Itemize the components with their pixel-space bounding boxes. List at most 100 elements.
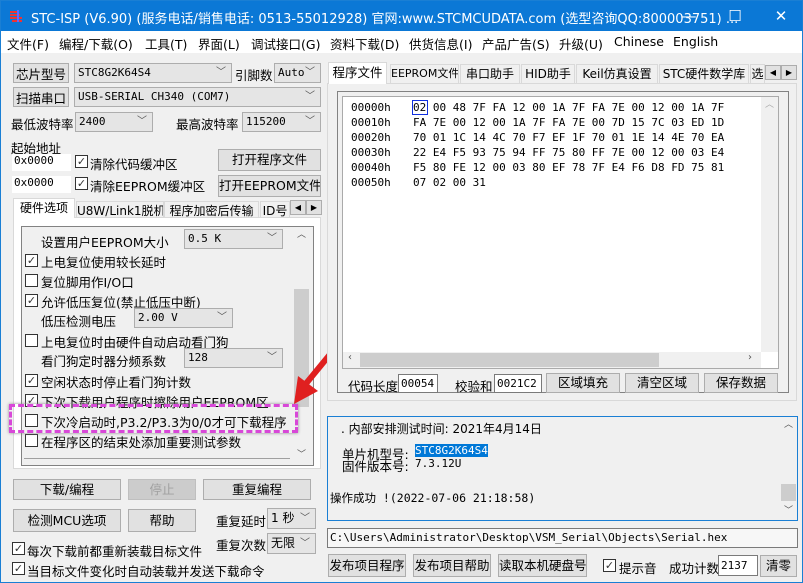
read-disk-id-button[interactable]: 读取本机硬盘号 xyxy=(498,554,587,577)
repeat-delay-select[interactable]: 1 秒 ﹀ xyxy=(267,508,316,529)
hex-vscrollbar[interactable]: ︿ xyxy=(761,97,778,352)
hex-bytes[interactable]: 02 00 48 7F FA 12 00 1A 7F FA 7E 00 12 0… xyxy=(413,101,724,114)
menu-chinese[interactable]: Chinese xyxy=(614,34,664,49)
tab-scroll-left-icon[interactable]: ◀ xyxy=(290,200,306,215)
option-checkbox[interactable]: ✓ xyxy=(25,254,38,267)
option-checkbox[interactable] xyxy=(25,274,38,287)
reset-count-button[interactable]: 清零 xyxy=(760,555,797,577)
code-address-input[interactable]: 0x0000 xyxy=(12,154,71,171)
download-program-button[interactable]: 下载/编程 xyxy=(13,479,121,500)
menu-ads[interactable]: 产品广告(S) xyxy=(482,34,550,53)
tab-encryption[interactable]: 程序加密后传输 xyxy=(164,201,259,218)
hex-bytes[interactable]: 07 02 00 31 xyxy=(413,176,486,189)
file-path-field[interactable]: C:\Users\Administrator\Desktop\VSM_Seria… xyxy=(327,528,798,548)
menu-program[interactable]: 编程/下载(O) xyxy=(59,34,133,53)
tab-scroll-right-icon[interactable]: ▶ xyxy=(306,200,322,215)
scroll-left-icon[interactable]: ‹ xyxy=(348,352,352,363)
tab-hardware-options[interactable]: 硬件选项 xyxy=(13,198,75,218)
chevron-down-icon: ﹀ xyxy=(217,312,227,323)
divider xyxy=(24,458,290,459)
scroll-up-icon[interactable]: ︿ xyxy=(780,417,797,430)
scroll-down-icon[interactable]: ﹀ xyxy=(293,447,310,464)
tab-u8w[interactable]: U8W/Link1脱机 xyxy=(76,201,164,218)
option-select[interactable]: 0.5 K ﹀ xyxy=(184,229,283,249)
tab-more[interactable]: 选 xyxy=(750,64,765,83)
open-program-file-button[interactable]: 打开程序文件 xyxy=(218,149,321,171)
menu-view[interactable]: 界面(L) xyxy=(198,34,240,53)
hex-bytes[interactable]: 22 E4 F5 93 75 94 FF 75 80 FF 7E 00 12 0… xyxy=(413,146,724,159)
stop-button[interactable]: 停止 xyxy=(128,479,196,500)
hex-hscrollbar[interactable]: ‹ › xyxy=(343,352,761,368)
eeprom-address-input[interactable]: 0x0000 xyxy=(12,176,71,193)
detect-mcu-options-button[interactable]: 检测MCU选项 xyxy=(13,509,121,532)
tab-math-library[interactable]: STC硬件数学库 xyxy=(659,64,749,83)
hex-address: 00020h xyxy=(351,131,391,144)
option-checkbox[interactable] xyxy=(25,334,38,347)
port-select[interactable]: USB-SERIAL CH340 (COM7) ﹀ xyxy=(74,87,321,107)
save-data-button[interactable]: 保存数据 xyxy=(704,373,778,393)
menu-upgrade[interactable]: 升级(U) xyxy=(559,34,603,53)
close-button[interactable]: ✕ xyxy=(758,1,803,31)
menu-debug[interactable]: 调试接口(G) xyxy=(251,34,320,53)
repeat-count-select[interactable]: 无限 ﹀ xyxy=(267,533,316,554)
tab-program-file[interactable]: 程序文件 xyxy=(328,62,387,84)
repeat-program-button[interactable]: 重复编程 xyxy=(203,479,311,500)
clear-eeprom-checkbox[interactable]: ✓ xyxy=(75,177,88,190)
chip-type-button[interactable]: 芯片型号 xyxy=(13,63,69,83)
clear-area-button[interactable]: 清空区域 xyxy=(625,373,699,393)
scan-port-button[interactable]: 扫描串口 xyxy=(13,87,69,107)
menu-english[interactable]: English xyxy=(673,34,718,49)
hex-address: 00010h xyxy=(351,116,391,129)
option-checkbox[interactable]: ✓ xyxy=(25,294,38,307)
scrollbar-thumb[interactable] xyxy=(360,353,659,367)
log-output[interactable]: . 内部安排测试时间: 2021年4月14日 单片机型号: STC8G2K64S… xyxy=(327,416,798,521)
repeat-delay-label: 重复延时 xyxy=(216,514,267,529)
menu-docs[interactable]: 资料下载(D) xyxy=(330,34,399,53)
scroll-up-icon[interactable]: ︿ xyxy=(293,227,310,244)
publish-help-button[interactable]: 发布项目帮助 xyxy=(413,554,491,577)
help-button[interactable]: 帮助 xyxy=(128,509,196,532)
option-select[interactable]: 2.00 V ﹀ xyxy=(134,308,233,328)
publish-program-button[interactable]: 发布项目程序 xyxy=(328,554,406,577)
hex-address: 00050h xyxy=(351,176,391,189)
tab-id[interactable]: ID号 xyxy=(260,201,290,218)
open-eeprom-file-button[interactable]: 打开EEPROM文件 xyxy=(218,175,321,197)
scroll-down-icon[interactable]: ﹀ xyxy=(780,503,797,516)
maximize-button[interactable]: ☐ xyxy=(712,1,758,31)
option-label: 低压检测电压 xyxy=(41,314,117,329)
pin-value: Auto xyxy=(278,66,305,79)
reload-checkbox[interactable]: ✓ xyxy=(12,542,25,555)
tab-scroll-left-icon[interactable]: ◀ xyxy=(765,65,781,80)
minimize-button[interactable]: — xyxy=(666,1,712,31)
hex-editor[interactable]: 00000h 02 00 48 7F FA 12 00 1A 7F FA 7E 0… xyxy=(342,96,779,369)
option-select[interactable]: 128 ﹀ xyxy=(184,348,283,368)
option-checkbox[interactable]: ✓ xyxy=(25,374,38,387)
chevron-down-icon: ﹀ xyxy=(267,352,277,363)
option-checkbox[interactable] xyxy=(25,434,38,447)
menu-file[interactable]: 文件(F) xyxy=(7,34,49,53)
auto-send-checkbox[interactable]: ✓ xyxy=(12,562,25,575)
tab-serial-assistant[interactable]: 串口助手 xyxy=(460,64,520,83)
log-scrollbar[interactable]: ︿ ﹀ xyxy=(780,417,797,520)
hex-bytes[interactable]: 70 01 1C 14 4C 70 F7 EF 1F 70 01 1E 14 4… xyxy=(413,131,724,144)
tab-keil-settings[interactable]: Keil仿真设置 xyxy=(576,64,658,83)
hex-bytes[interactable]: F5 80 FE 12 00 03 80 EF 78 7F E4 F6 D8 F… xyxy=(413,161,724,174)
fill-area-button[interactable]: 区域填充 xyxy=(546,373,620,393)
min-baud-select[interactable]: 2400 ﹀ xyxy=(75,112,153,132)
scrollbar-thumb[interactable] xyxy=(781,484,796,501)
chip-select[interactable]: STC8G2K64S4 ﹀ xyxy=(74,63,232,83)
hex-bytes[interactable]: FA 7E 00 12 00 1A 7F FA 7E 00 7D 15 7C 0… xyxy=(413,116,724,129)
pin-select[interactable]: Auto ﹀ xyxy=(274,63,321,83)
repeat-count-label: 重复次数 xyxy=(216,538,267,553)
scroll-up-icon[interactable]: ︿ xyxy=(761,97,778,110)
scroll-right-icon[interactable]: › xyxy=(748,352,752,363)
menu-tools[interactable]: 工具(T) xyxy=(145,34,187,53)
firmware-value: 7.3.12U xyxy=(415,457,462,470)
max-baud-select[interactable]: 115200 ﹀ xyxy=(242,112,321,132)
beep-checkbox[interactable]: ✓ xyxy=(603,559,616,572)
tab-hid-assistant[interactable]: HID助手 xyxy=(521,64,575,83)
tab-scroll-right-icon[interactable]: ▶ xyxy=(781,65,797,80)
menu-supply[interactable]: 供货信息(I) xyxy=(409,34,472,53)
tab-eeprom-file[interactable]: EEPROM文件 xyxy=(390,64,459,83)
clear-code-checkbox[interactable]: ✓ xyxy=(75,155,88,168)
